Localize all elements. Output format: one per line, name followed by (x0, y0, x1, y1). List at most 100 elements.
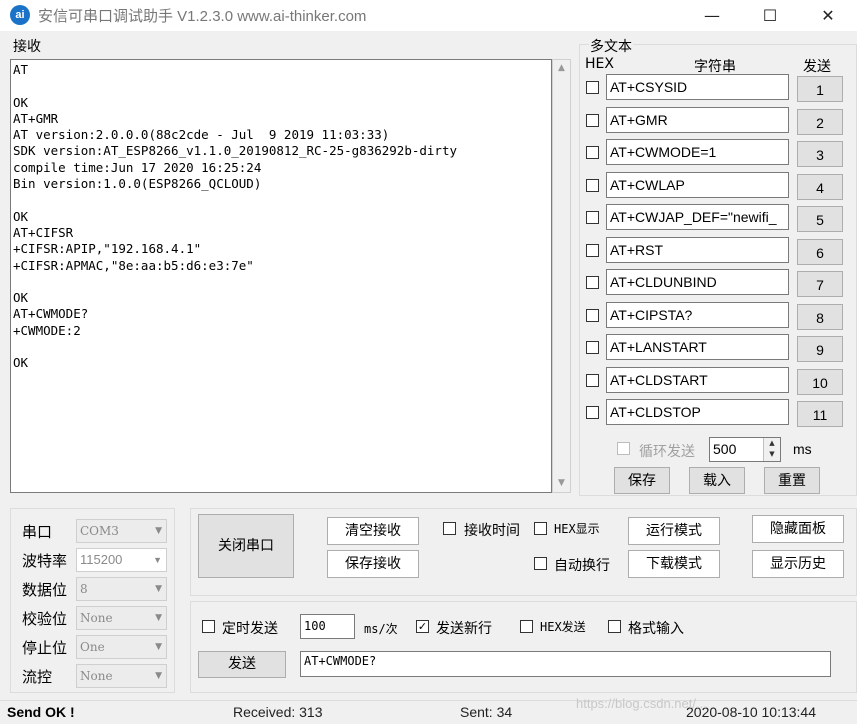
baud-value: 115200 (80, 552, 123, 567)
multi-text-input[interactable]: AT+CWLAP (606, 171, 789, 198)
minimize-icon[interactable]: — (683, 0, 741, 31)
receive-label: 接收 (13, 39, 41, 55)
receive-scrollbar[interactable]: ▲ ▼ (552, 59, 571, 493)
close-icon[interactable]: ✕ (799, 0, 857, 31)
hex-row-checkbox[interactable] (586, 113, 599, 127)
send-newline-label: 发送新行 (436, 621, 492, 637)
send-newline-checkbox[interactable]: ✓ (416, 620, 429, 633)
title-bar: ai 安信可串口调试助手 V1.2.3.0 www.ai-thinker.com… (0, 0, 857, 31)
databits-select[interactable]: 8 ▼ (76, 577, 167, 601)
multi-text-input[interactable]: AT+CIPSTA? (606, 301, 789, 328)
format-input-checkbox[interactable] (608, 620, 621, 633)
run-mode-button[interactable]: 运行模式 (628, 517, 720, 545)
hex-row-checkbox[interactable] (586, 373, 599, 387)
multi-text-input[interactable]: AT+RST (606, 236, 789, 263)
multi-text-input[interactable]: AT+LANSTART (606, 334, 789, 360)
receive-time-checkbox[interactable] (443, 522, 456, 535)
reset-button[interactable]: 重置 (764, 467, 820, 494)
save-button[interactable]: 保存 (614, 467, 670, 494)
multi-send-button[interactable]: 10 (797, 368, 843, 395)
stopbits-label: 停止位 (22, 639, 68, 657)
multi-send-button[interactable]: 2 (797, 108, 843, 135)
string-column-header: 字符串 (694, 59, 736, 75)
parity-value: None (80, 611, 113, 625)
format-input-label: 格式输入 (628, 621, 684, 637)
hex-row-checkbox[interactable] (586, 146, 599, 159)
chevron-down-icon: ▼ (155, 584, 162, 594)
multi-text-input[interactable]: AT+CLDUNBIND (606, 269, 789, 295)
hex-column-header: HEX (585, 56, 614, 72)
multi-send-button[interactable]: 7 (797, 271, 843, 297)
hex-row-checkbox[interactable] (586, 178, 599, 192)
loop-unit: ms (793, 441, 812, 457)
app-logo-icon: ai (10, 5, 30, 25)
hex-row-checkbox[interactable] (586, 308, 599, 322)
multi-text-input[interactable]: AT+CWMODE=1 (606, 139, 789, 165)
clear-receive-button[interactable]: 清空接收 (327, 517, 419, 545)
interval-unit: ms/次 (364, 622, 398, 636)
hex-row-checkbox[interactable] (586, 276, 599, 289)
chevron-down-icon: ▼ (155, 526, 162, 536)
send-column-header: 发送 (803, 59, 831, 75)
loop-interval-spinner[interactable]: 500 ▲ ▼ (709, 437, 781, 462)
databits-value: 8 (80, 582, 88, 596)
chevron-down-icon: ▼ (153, 555, 162, 565)
spinner-arrows-icon[interactable]: ▲ ▼ (763, 438, 780, 461)
multi-text-input[interactable]: AT+CSYSID (606, 74, 789, 100)
window-title: 安信可串口调试助手 V1.2.3.0 www.ai-thinker.com (38, 8, 367, 25)
multi-send-button[interactable]: 4 (797, 173, 843, 200)
chevron-down-icon: ▼ (155, 613, 162, 623)
receive-time-label: 接收时间 (464, 523, 520, 539)
multi-send-button[interactable]: 5 (797, 206, 843, 232)
close-port-button[interactable]: 关闭串口 (198, 514, 294, 578)
receive-textarea[interactable]: AT OK AT+GMR AT version:2.0.0.0(88c2cde … (10, 59, 552, 493)
hex-row-checkbox[interactable] (586, 341, 599, 354)
received-count: Received: 313 (233, 704, 323, 720)
multi-text-input[interactable]: AT+GMR (606, 106, 789, 133)
sent-count: Sent: 34 (460, 704, 513, 720)
hex-send-label: HEX发送 (540, 620, 586, 634)
multi-send-button[interactable]: 1 (797, 76, 843, 102)
flow-select[interactable]: None ▼ (76, 664, 167, 688)
load-button[interactable]: 载入 (689, 467, 745, 494)
maximize-icon[interactable]: ☐ (741, 0, 799, 31)
send-input[interactable]: AT+CWMODE? (300, 651, 831, 677)
scroll-down-icon[interactable]: ▼ (553, 475, 570, 492)
hex-display-checkbox[interactable] (534, 522, 547, 535)
status-message: Send OK ! (7, 704, 75, 720)
flow-label: 流控 (22, 668, 53, 686)
multi-text-input[interactable]: AT+CWJAP_DEF="newifi_ (606, 204, 789, 230)
stopbits-select[interactable]: One ▼ (76, 635, 167, 659)
timed-send-label: 定时发送 (222, 621, 278, 637)
send-button[interactable]: 发送 (198, 651, 286, 678)
port-select[interactable]: COM3 ▼ (76, 519, 167, 543)
interval-input[interactable]: 100 (300, 614, 355, 639)
parity-select[interactable]: None ▼ (76, 606, 167, 630)
hide-panel-button[interactable]: 隐藏面板 (752, 515, 844, 543)
scroll-up-icon[interactable]: ▲ (553, 60, 570, 77)
hex-row-checkbox[interactable] (586, 211, 599, 224)
receive-text: AT OK AT+GMR AT version:2.0.0.0(88c2cde … (13, 62, 458, 371)
hex-row-checkbox[interactable] (586, 243, 599, 257)
parity-label: 校验位 (22, 610, 68, 628)
hex-send-checkbox[interactable] (520, 620, 533, 633)
download-mode-button[interactable]: 下载模式 (628, 550, 720, 578)
hex-row-checkbox[interactable] (586, 406, 599, 419)
multi-text-input[interactable]: AT+CLDSTOP (606, 399, 789, 425)
multi-text-input[interactable]: AT+CLDSTART (606, 366, 789, 393)
loop-send-checkbox[interactable] (617, 442, 630, 455)
timed-send-checkbox[interactable] (202, 620, 215, 633)
show-history-button[interactable]: 显示历史 (752, 550, 844, 578)
multi-send-button[interactable]: 6 (797, 238, 843, 265)
stopbits-value: One (80, 640, 105, 654)
send-group (190, 601, 857, 693)
multi-send-button[interactable]: 11 (797, 401, 843, 427)
save-receive-button[interactable]: 保存接收 (327, 550, 419, 578)
hex-row-checkbox[interactable] (586, 81, 599, 94)
multi-send-button[interactable]: 8 (797, 303, 843, 330)
baud-select[interactable]: 115200 ▼ (76, 548, 167, 572)
port-value: COM3 (80, 524, 119, 538)
multi-send-button[interactable]: 9 (797, 336, 843, 362)
multi-send-button[interactable]: 3 (797, 141, 843, 167)
auto-wrap-checkbox[interactable] (534, 557, 547, 570)
